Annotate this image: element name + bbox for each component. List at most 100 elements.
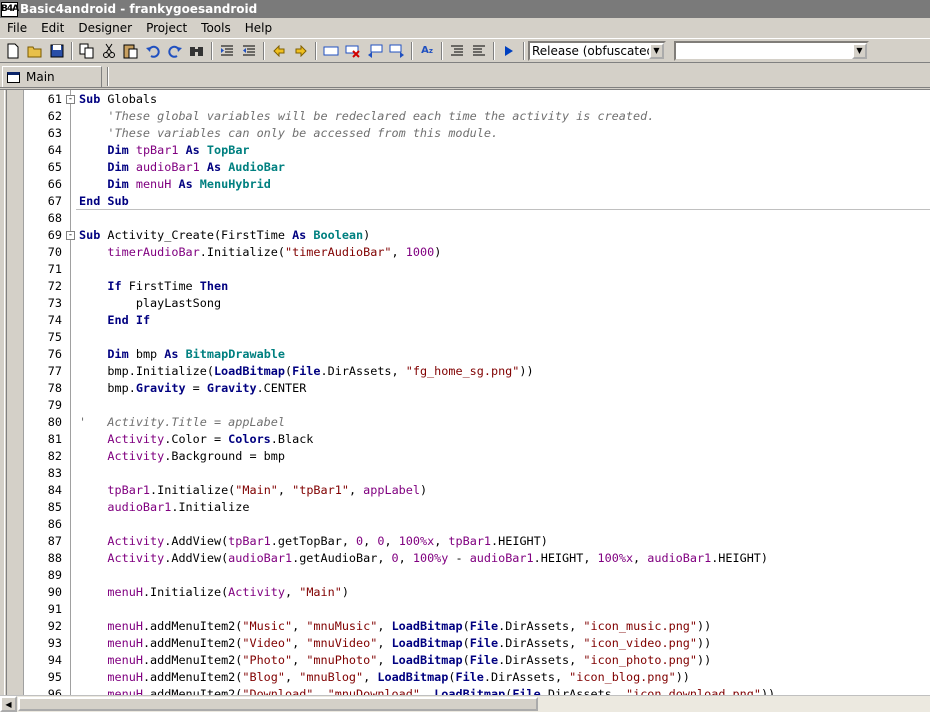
code-line[interactable]: 65 Dim audioBar1 As AudioBar [0,159,930,176]
remove-bookmark-icon[interactable] [342,40,364,62]
code-text[interactable]: Dim menuH As MenuHybrid [79,176,270,193]
code-text[interactable]: menuH.addMenuItem2("Music", "mnuMusic", … [79,618,711,635]
code-line[interactable]: 83 [0,465,930,482]
code-line[interactable]: 67 End Sub [0,193,930,210]
menu-edit[interactable]: Edit [34,21,71,35]
code-text[interactable]: Dim bmp As BitmapDrawable [79,346,285,363]
code-text[interactable]: Activity.AddView(audioBar1.getAudioBar, … [79,550,768,567]
code-line[interactable]: 73 playLastSong [0,295,930,312]
cut-icon[interactable] [98,40,120,62]
paste-icon[interactable] [120,40,142,62]
code-text[interactable]: menuH.Initialize(Activity, "Main") [79,584,349,601]
code-text[interactable]: End If [79,312,150,329]
code-line[interactable]: 85 audioBar1.Initialize [0,499,930,516]
code-text[interactable]: menuH.addMenuItem2("Video", "mnuVideo", … [79,635,711,652]
code-line[interactable]: 89 [0,567,930,584]
code-line[interactable]: 90 menuH.Initialize(Activity, "Main") [0,584,930,601]
tab-main[interactable]: Main [2,66,102,87]
code-line[interactable]: 70 timerAudioBar.Initialize("timerAudioB… [0,244,930,261]
code-line[interactable]: 76 Dim bmp As BitmapDrawable [0,346,930,363]
code-text[interactable]: Activity.Background = bmp [79,448,285,465]
code-line[interactable]: 61- Sub Globals [0,91,930,108]
prev-bookmark-icon[interactable] [364,40,386,62]
font-size-icon[interactable]: Az [416,40,438,62]
code-editor[interactable]: 61- Sub Globals 62 'These global variables… [0,89,930,713]
code-text[interactable]: menuH.addMenuItem2("Blog", "mnuBlog", Lo… [79,669,690,686]
code-text[interactable]: Dim tpBar1 As TopBar [79,142,249,159]
code-text[interactable]: 'These global variables will be redeclar… [79,108,654,125]
code-text[interactable]: menuH.addMenuItem2("Photo", "mnuPhoto", … [79,652,711,669]
code-text[interactable]: If FirstTime Then [79,278,228,295]
chevron-down-icon[interactable]: ▼ [649,42,664,59]
code-line[interactable]: 68 [0,210,930,227]
code-text[interactable]: audioBar1.Initialize [79,499,249,516]
code-text[interactable]: Sub Activity_Create(FirstTime As Boolean… [79,227,370,244]
code-line[interactable]: 71 [0,261,930,278]
code-text[interactable]: 'These variables can only be accessed fr… [79,125,498,142]
code-line[interactable]: 82 Activity.Background = bmp [0,448,930,465]
back-arrow-icon[interactable] [268,40,290,62]
bookmark-icon[interactable] [320,40,342,62]
code-text[interactable]: End Sub [79,193,129,210]
menu-project[interactable]: Project [139,21,194,35]
outdent-icon[interactable] [238,40,260,62]
find-icon[interactable] [186,40,208,62]
code-line[interactable]: 88 Activity.AddView(audioBar1.getAudioBa… [0,550,930,567]
module-select[interactable]: ▼ [674,40,869,61]
code-line[interactable]: 74 End If [0,312,930,329]
code-text[interactable]: bmp.Initialize(LoadBitmap(File.DirAssets… [79,363,533,380]
next-bookmark-icon[interactable] [386,40,408,62]
chevron-down-icon[interactable]: ▼ [852,42,867,59]
code-area[interactable]: 61- Sub Globals 62 'These global variables… [0,91,930,695]
code-text[interactable]: Dim audioBar1 As AudioBar [79,159,285,176]
code-text[interactable]: Activity.AddView(tpBar1.getTopBar, 0, 0,… [79,533,547,550]
code-line[interactable]: 72 If FirstTime Then [0,278,930,295]
menu-help[interactable]: Help [238,21,279,35]
code-text[interactable]: timerAudioBar.Initialize("timerAudioBar"… [79,244,441,261]
horizontal-scrollbar[interactable]: ◀ [0,695,930,712]
fold-toggle-icon[interactable]: - [66,95,75,104]
code-line[interactable]: 91 [0,601,930,618]
menu-file[interactable]: File [0,21,34,35]
new-file-icon[interactable] [2,40,24,62]
code-line[interactable]: 84 tpBar1.Initialize("Main", "tpBar1", a… [0,482,930,499]
forward-arrow-icon[interactable] [290,40,312,62]
code-line[interactable]: 87 Activity.AddView(tpBar1.getTopBar, 0,… [0,533,930,550]
code-line[interactable]: 81 Activity.Color = Colors.Black [0,431,930,448]
code-line[interactable]: 93 menuH.addMenuItem2("Video", "mnuVideo… [0,635,930,652]
code-text[interactable]: tpBar1.Initialize("Main", "tpBar1", appL… [79,482,427,499]
comment-icon[interactable] [446,40,468,62]
indent-icon[interactable] [216,40,238,62]
scroll-left-icon[interactable]: ◀ [0,696,17,712]
open-folder-icon[interactable] [24,40,46,62]
save-icon[interactable] [46,40,68,62]
menu-designer[interactable]: Designer [71,21,139,35]
code-line[interactable]: 80 ' Activity.Title = appLabel [0,414,930,431]
code-line[interactable]: 66 Dim menuH As MenuHybrid [0,176,930,193]
code-line[interactable]: 62 'These global variables will be redec… [0,108,930,125]
undo-icon[interactable] [142,40,164,62]
code-line[interactable]: 94 menuH.addMenuItem2("Photo", "mnuPhoto… [0,652,930,669]
build-config-select[interactable]: Release (obfuscated) ▼ [528,40,666,61]
code-line[interactable]: 96 menuH.addMenuItem2("Download", "mnuDo… [0,686,930,695]
code-text[interactable]: menuH.addMenuItem2("Download", "mnuDownl… [79,686,775,695]
code-line[interactable]: 95 menuH.addMenuItem2("Blog", "mnuBlog",… [0,669,930,686]
code-text[interactable]: Activity.Color = Colors.Black [79,431,313,448]
code-line[interactable]: 79 [0,397,930,414]
code-line[interactable]: 64 Dim tpBar1 As TopBar [0,142,930,159]
code-text[interactable]: Sub Globals [79,91,157,108]
code-line[interactable]: 78 bmp.Gravity = Gravity.CENTER [0,380,930,397]
code-line[interactable]: 63 'These variables can only be accessed… [0,125,930,142]
code-text[interactable]: ' Activity.Title = appLabel [79,414,285,431]
run-icon[interactable] [498,40,520,62]
code-line[interactable]: 92 menuH.addMenuItem2("Music", "mnuMusic… [0,618,930,635]
uncomment-icon[interactable] [468,40,490,62]
code-line[interactable]: 86 [0,516,930,533]
fold-toggle-icon[interactable]: - [66,231,75,240]
code-line[interactable]: 77 bmp.Initialize(LoadBitmap(File.DirAss… [0,363,930,380]
scrollbar-thumb[interactable] [18,697,538,711]
redo-icon[interactable] [164,40,186,62]
copy-icon[interactable] [76,40,98,62]
code-text[interactable]: bmp.Gravity = Gravity.CENTER [79,380,306,397]
menu-tools[interactable]: Tools [194,21,238,35]
